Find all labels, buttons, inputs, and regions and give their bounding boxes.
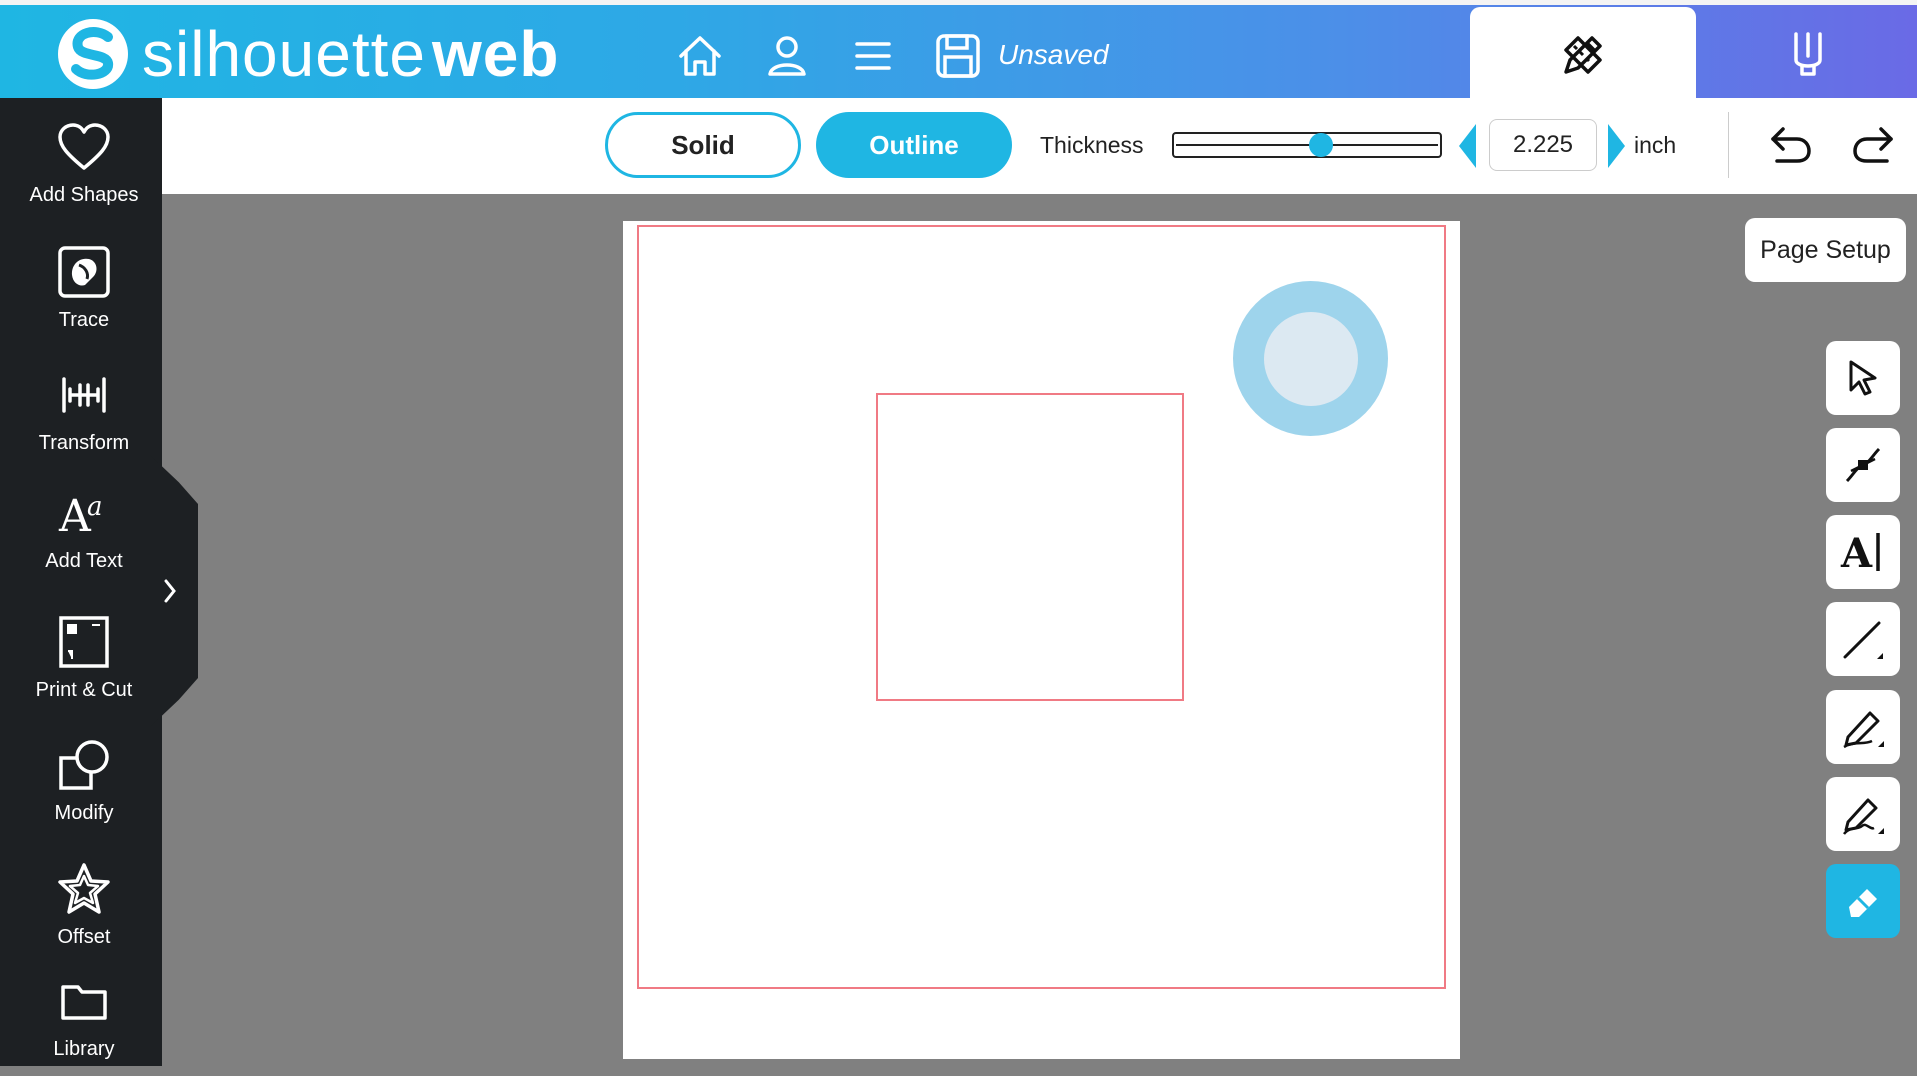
thickness-slider[interactable] bbox=[1172, 132, 1442, 158]
pointer-icon bbox=[1849, 360, 1877, 396]
line-tool-button[interactable] bbox=[1826, 602, 1900, 676]
increase-thickness-button[interactable] bbox=[1606, 122, 1628, 170]
point-edit-icon bbox=[1845, 447, 1881, 483]
sidebar-item-label: Offset bbox=[57, 926, 111, 948]
page-setup-button[interactable]: Page Setup bbox=[1745, 218, 1906, 282]
undo-button[interactable] bbox=[1766, 120, 1816, 170]
logo-s-icon bbox=[58, 19, 128, 89]
silhouette-logo[interactable]: silhouetteweb bbox=[58, 19, 559, 89]
send-tab-icon bbox=[1793, 32, 1822, 76]
chevron-left-icon bbox=[1459, 124, 1476, 168]
heart-icon bbox=[58, 123, 110, 170]
ring-inner bbox=[1263, 311, 1358, 406]
svg-text:a: a bbox=[87, 492, 103, 522]
text-cursor-icon: A bbox=[1840, 530, 1880, 575]
solid-button[interactable]: Solid bbox=[605, 112, 801, 178]
undo-icon bbox=[1771, 127, 1811, 163]
sidebar-item-label: Transform bbox=[38, 432, 130, 454]
redo-button[interactable] bbox=[1848, 120, 1898, 170]
sidebar-item-label: Print & Cut bbox=[35, 679, 133, 701]
decrease-thickness-button[interactable] bbox=[1456, 122, 1478, 170]
thickness-input[interactable] bbox=[1489, 119, 1597, 171]
ring-shape[interactable] bbox=[1233, 281, 1388, 436]
sidebar-item-add-text[interactable]: Aa Add Text bbox=[0, 470, 168, 588]
app-header: silhouetteweb Unsaved bbox=[0, 0, 1917, 103]
thickness-label: Thickness bbox=[1040, 132, 1144, 158]
square-shape[interactable] bbox=[876, 393, 1184, 701]
sidebar-item-label: Trace bbox=[58, 309, 110, 331]
tab-send[interactable] bbox=[1698, 7, 1917, 103]
point-edit-tool-button[interactable] bbox=[1826, 428, 1900, 502]
svg-text:A: A bbox=[1840, 530, 1873, 575]
sidebar-item-modify[interactable]: Modify bbox=[0, 722, 168, 840]
star-icon bbox=[58, 863, 110, 914]
polyline-tool-button[interactable] bbox=[1826, 777, 1900, 851]
eraser-icon bbox=[1849, 889, 1877, 917]
user-icon[interactable] bbox=[763, 32, 811, 80]
logo-text-bold: web bbox=[431, 18, 560, 90]
home-icon[interactable] bbox=[676, 32, 724, 80]
sidebar-item-offset[interactable]: Offset bbox=[0, 846, 168, 964]
sidebar-item-label: Modify bbox=[54, 802, 114, 824]
sidebar-item-print-cut[interactable]: Print & Cut bbox=[0, 599, 168, 717]
sidebar-item-label: Add Shapes bbox=[29, 184, 139, 206]
save-status: Unsaved bbox=[998, 39, 1109, 70]
slider-thumb[interactable] bbox=[1308, 133, 1333, 157]
tab-design[interactable] bbox=[1470, 7, 1696, 103]
sidebar-item-label: Library bbox=[53, 1038, 115, 1060]
eraser-tool-button[interactable] bbox=[1826, 864, 1900, 938]
logo-wordmark: silhouetteweb bbox=[142, 19, 559, 89]
modify-icon bbox=[59, 740, 109, 790]
text-tool-button[interactable]: A bbox=[1826, 515, 1900, 589]
toolbar-divider bbox=[1728, 112, 1729, 178]
logo-text-light: silhouette bbox=[142, 18, 426, 90]
folder-icon bbox=[61, 985, 107, 1020]
style-toolbar: Solid Outline Thickness inch bbox=[162, 98, 1917, 194]
menu-icon[interactable] bbox=[849, 32, 897, 80]
draw-tool-button[interactable] bbox=[1826, 690, 1900, 764]
outline-button[interactable]: Outline bbox=[816, 112, 1012, 178]
redo-icon bbox=[1853, 127, 1893, 163]
pencil-icon bbox=[1843, 711, 1884, 749]
sidebar-item-add-shapes[interactable]: Add Shapes bbox=[0, 104, 168, 222]
save-icon[interactable] bbox=[934, 32, 982, 80]
sidebar-item-transform[interactable]: Transform bbox=[0, 352, 168, 470]
transform-icon bbox=[62, 377, 106, 413]
text-icon: Aa bbox=[58, 491, 103, 537]
sidebar-item-library[interactable]: Library bbox=[0, 958, 168, 1076]
line-icon bbox=[1843, 621, 1883, 659]
sidebar-item-trace[interactable]: Trace bbox=[0, 229, 168, 347]
slider-line bbox=[1176, 144, 1438, 146]
freehand-pen-icon bbox=[1843, 798, 1884, 835]
sidebar-item-label: Add Text bbox=[45, 550, 123, 572]
unit-label: inch bbox=[1634, 132, 1677, 158]
select-tool-button[interactable] bbox=[1826, 341, 1900, 415]
trace-icon bbox=[58, 246, 110, 298]
chevron-right-icon bbox=[1608, 124, 1625, 168]
print-cut-icon bbox=[59, 616, 109, 668]
design-tab-icon bbox=[1564, 36, 1602, 74]
